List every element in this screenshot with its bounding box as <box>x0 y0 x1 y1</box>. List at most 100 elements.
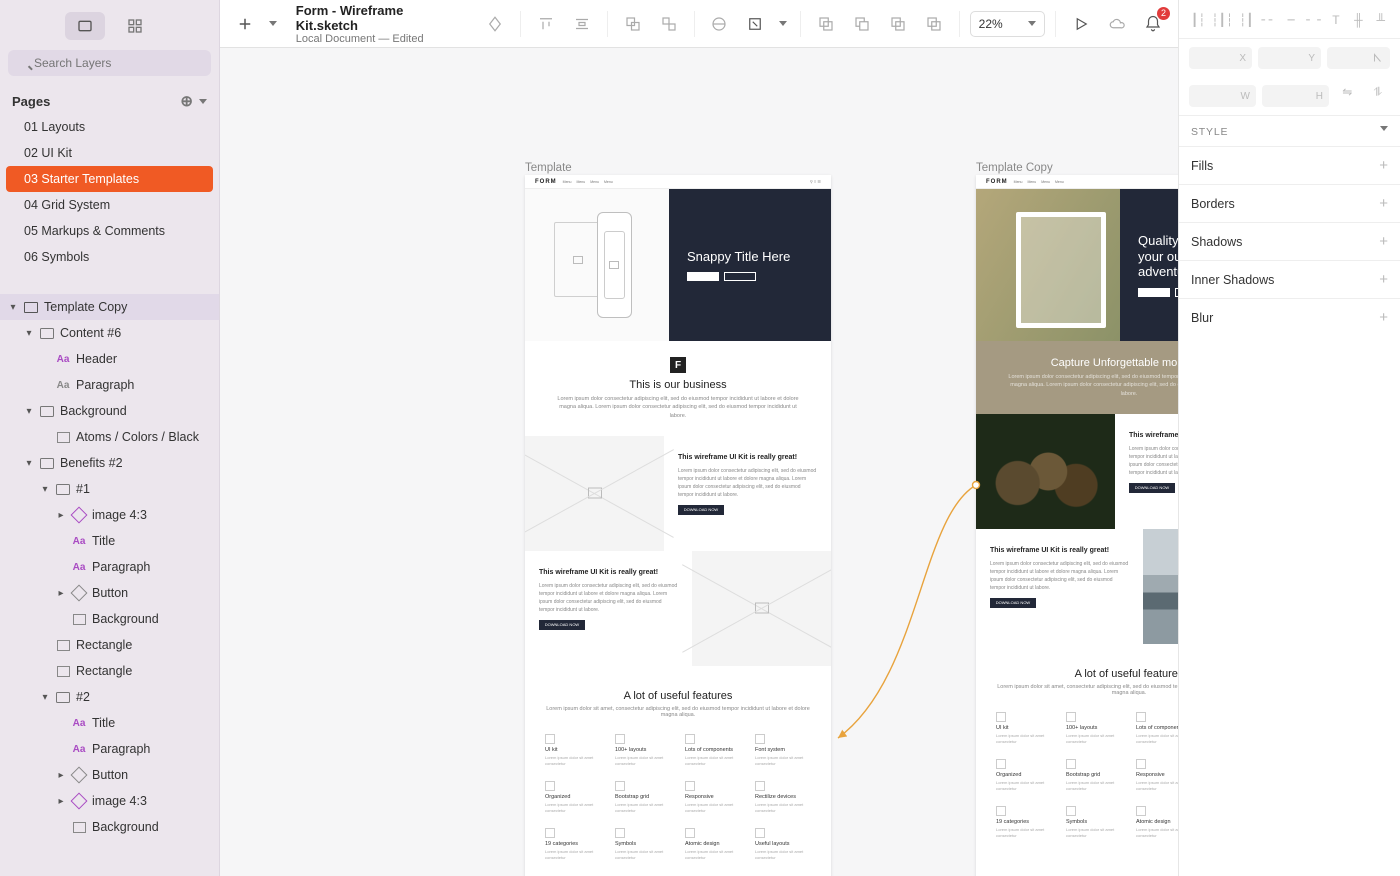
add-style-icon[interactable]: + <box>1379 233 1388 250</box>
disclosure-icon[interactable] <box>24 458 34 469</box>
style-section[interactable]: Blur+ <box>1179 298 1400 336</box>
layer-row[interactable]: Background <box>0 606 219 632</box>
layer-row[interactable]: Rectangle <box>0 658 219 684</box>
layer-row[interactable]: #1 <box>0 476 219 502</box>
create-symbol-button[interactable] <box>480 9 510 39</box>
page-item[interactable]: 02 UI Kit <box>0 140 219 166</box>
disclosure-icon[interactable] <box>56 588 66 599</box>
style-section[interactable]: Borders+ <box>1179 184 1400 222</box>
align-line-icon[interactable]: ╫ <box>1349 10 1367 30</box>
layer-search-input[interactable] <box>8 50 211 76</box>
feature-desc: Lorem ipsum dolor sit amet consectetur <box>755 802 811 814</box>
x-field[interactable]: X <box>1189 47 1252 69</box>
mask-button[interactable] <box>705 9 735 39</box>
layer-row[interactable]: #2 <box>0 684 219 710</box>
align-right-icon[interactable]: ┆┃ <box>1237 10 1255 30</box>
feature-icon <box>545 828 555 838</box>
style-section[interactable]: Fills+ <box>1179 146 1400 184</box>
align-center-v-icon[interactable]: ╶╴ <box>1282 10 1300 30</box>
feature-item: OrganizedLorem ipsum dolor sit amet cons… <box>996 759 1052 792</box>
disclosure-icon[interactable] <box>40 484 50 495</box>
distribute-button[interactable] <box>567 9 597 39</box>
align-top-button[interactable] <box>531 9 561 39</box>
page-item[interactable]: 06 Symbols <box>0 244 219 270</box>
style-collapse-icon[interactable] <box>1380 126 1388 131</box>
layer-row[interactable]: Atoms / Colors / Black <box>0 424 219 450</box>
align-last-icon[interactable]: ╨ <box>1372 10 1390 30</box>
notifications-button[interactable]: 2 <box>1138 9 1168 39</box>
disclosure-icon[interactable] <box>24 328 34 339</box>
add-page-icon[interactable]: ⊕ <box>180 92 193 110</box>
disclosure-icon[interactable] <box>56 770 66 781</box>
layer-row[interactable]: Benefits #2 <box>0 450 219 476</box>
w-field[interactable]: W <box>1189 85 1256 107</box>
ungroup-button[interactable] <box>654 9 684 39</box>
cloud-button[interactable] <box>1102 9 1132 39</box>
disclosure-icon[interactable] <box>24 406 34 417</box>
disclosure-icon[interactable] <box>56 510 66 521</box>
disclosure-icon[interactable] <box>40 692 50 703</box>
artboard-label[interactable]: Template Copy <box>976 162 1053 174</box>
feature-icon <box>685 828 695 838</box>
subtract-button[interactable] <box>847 9 877 39</box>
style-header: STYLE <box>1179 115 1400 146</box>
canvas[interactable]: TemplateFORMMenuMenuMenuMenu⚲ ≡ ☰Snappy … <box>220 48 1178 876</box>
page-item[interactable]: 05 Markups & Comments <box>0 218 219 244</box>
page-item[interactable]: 03 Starter Templates <box>6 166 213 192</box>
add-style-icon[interactable]: + <box>1379 195 1388 212</box>
page-item[interactable]: 04 Grid System <box>0 192 219 218</box>
page-item[interactable]: 01 Layouts <box>0 114 219 140</box>
layer-row[interactable]: Button <box>0 762 219 788</box>
group-button[interactable] <box>618 9 648 39</box>
layer-row[interactable]: Rectangle <box>0 632 219 658</box>
layer-row[interactable]: image 4:3 <box>0 788 219 814</box>
flip-v-icon[interactable]: ⥮ <box>1366 85 1391 107</box>
disclosure-icon[interactable] <box>56 796 66 807</box>
artboard[interactable]: FORMMenuMenuMenuMenu⚲ ≡ ☰Quality videos … <box>976 175 1178 876</box>
pages-collapse-icon[interactable] <box>199 99 207 104</box>
align-left-icon[interactable]: ┃┆ <box>1189 10 1207 30</box>
difference-button[interactable] <box>919 9 949 39</box>
components-view-button[interactable] <box>115 12 155 40</box>
layer-row[interactable]: AaParagraph <box>0 372 219 398</box>
preview-button[interactable] <box>1066 9 1096 39</box>
insert-button[interactable] <box>230 9 260 39</box>
layer-row[interactable]: AaParagraph <box>0 554 219 580</box>
align-text-icon[interactable]: T <box>1327 10 1345 30</box>
intersect-button[interactable] <box>883 9 913 39</box>
layer-row[interactable]: Button <box>0 580 219 606</box>
h-field[interactable]: H <box>1262 85 1329 107</box>
layer-row[interactable]: AaTitle <box>0 710 219 736</box>
layer-row[interactable]: Background <box>0 398 219 424</box>
site-nav: FORMMenuMenuMenuMenu⚲ ≡ ☰ <box>976 175 1178 189</box>
y-field[interactable]: Y <box>1258 47 1321 69</box>
align-center-h-icon[interactable]: ┆┃┆ <box>1211 10 1233 30</box>
artboard-label[interactable]: Template <box>525 162 572 174</box>
layer-row[interactable]: AaTitle <box>0 528 219 554</box>
layer-row[interactable]: image 4:3 <box>0 502 219 528</box>
layer-row[interactable]: Background <box>0 814 219 840</box>
flip-h-icon[interactable]: ⇋ <box>1335 85 1360 107</box>
text-icon: Aa <box>72 742 86 756</box>
scale-button[interactable] <box>740 9 770 39</box>
layer-row[interactable]: Template Copy <box>0 294 219 320</box>
style-section[interactable]: Shadows+ <box>1179 222 1400 260</box>
artboard[interactable]: FORMMenuMenuMenuMenu⚲ ≡ ☰Snappy Title He… <box>525 175 831 876</box>
layer-row[interactable]: AaHeader <box>0 346 219 372</box>
add-style-icon[interactable]: + <box>1379 309 1388 326</box>
layer-row[interactable]: AaParagraph <box>0 736 219 762</box>
union-button[interactable] <box>811 9 841 39</box>
disclosure-icon[interactable] <box>8 302 18 313</box>
zoom-select[interactable]: 22% <box>970 11 1046 37</box>
scale-more-icon[interactable] <box>776 9 790 39</box>
add-style-icon[interactable]: + <box>1379 271 1388 288</box>
align-bottom-icon[interactable]: ╴╶ <box>1304 10 1322 30</box>
layer-row[interactable]: Content #6 <box>0 320 219 346</box>
angle-field[interactable] <box>1327 47 1390 69</box>
layers-view-button[interactable] <box>65 12 105 40</box>
align-top-icon[interactable]: ╴╴ <box>1260 10 1278 30</box>
feature-desc: Lorem ipsum dolor sit amet consectetur <box>1066 733 1122 745</box>
style-section[interactable]: Inner Shadows+ <box>1179 260 1400 298</box>
insert-more-icon[interactable] <box>266 9 280 39</box>
add-style-icon[interactable]: + <box>1379 157 1388 174</box>
